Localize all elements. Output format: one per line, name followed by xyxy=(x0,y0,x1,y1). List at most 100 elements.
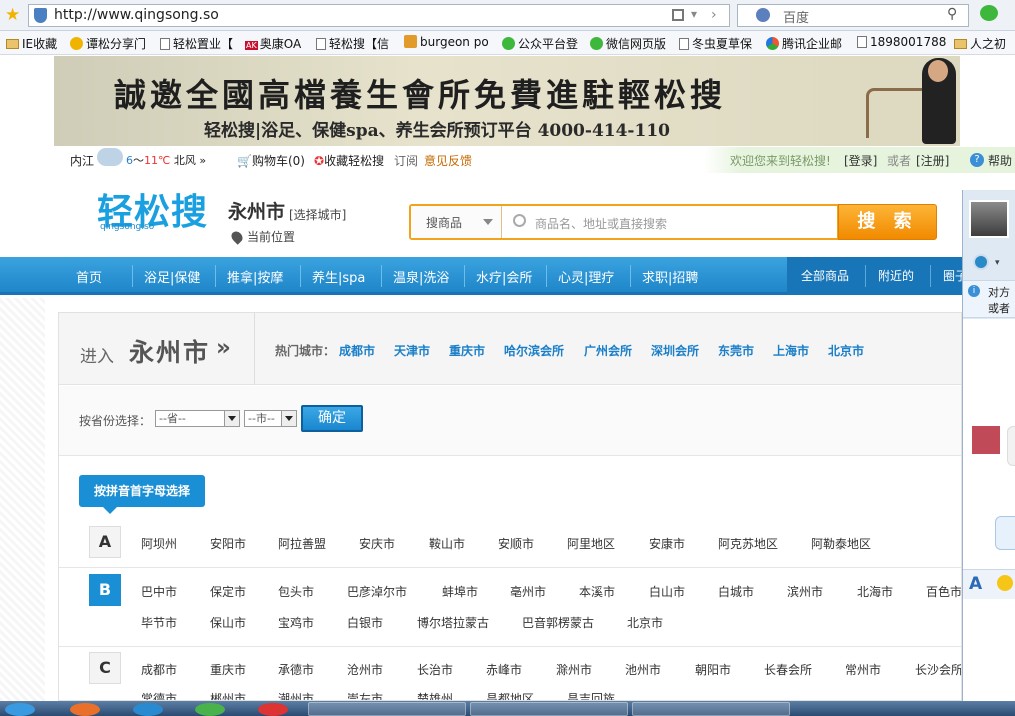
go-arrow-icon[interactable]: › xyxy=(711,7,717,23)
city-link[interactable]: 昌吉回族 xyxy=(567,690,615,700)
firefox-icon[interactable] xyxy=(70,703,100,716)
pinyin-tab[interactable]: 按拼音首字母选择 xyxy=(79,475,205,507)
chat-input[interactable] xyxy=(963,599,1015,701)
city-link[interactable]: 保山市 xyxy=(210,614,246,631)
bookmark-item[interactable]: 腾讯企业邮 xyxy=(766,35,842,52)
city-link[interactable]: 滁州市 xyxy=(556,661,592,678)
city-link[interactable]: 常德市 xyxy=(141,690,177,700)
city-link[interactable]: 长治市 xyxy=(417,661,453,678)
sender-avatar[interactable] xyxy=(971,425,1001,455)
city-link[interactable]: 阿拉善盟 xyxy=(278,535,326,552)
city-link[interactable]: 百色市 xyxy=(926,583,961,600)
city-link[interactable]: 潮州市 xyxy=(278,690,314,700)
bookmark-item[interactable]: 人之初 xyxy=(954,35,1006,52)
city-link[interactable]: 北海市 xyxy=(857,583,893,600)
city-select[interactable]: --市-- xyxy=(244,410,297,427)
bookmark-item[interactable]: 1898001788 xyxy=(857,35,946,49)
city-link[interactable]: 北京市 xyxy=(627,614,663,631)
hot-city-link[interactable]: 广州会所 xyxy=(584,342,632,359)
search-button[interactable]: 搜 索 xyxy=(838,204,937,240)
city-link[interactable]: 阿勒泰地区 xyxy=(811,535,871,552)
city-link[interactable]: 池州市 xyxy=(625,661,661,678)
search-category-select[interactable]: 搜商品 xyxy=(411,206,502,238)
favorites-star-icon[interactable]: ★ xyxy=(5,5,20,25)
city-link[interactable]: 安康市 xyxy=(649,535,685,552)
browser-search-field[interactable]: 百度 ⚲ xyxy=(737,4,969,27)
taskbar-window[interactable] xyxy=(470,702,628,716)
bookmark-item[interactable]: AK 奥康OA xyxy=(245,35,301,52)
nav-item-spring[interactable]: 温泉|洗浴 xyxy=(393,267,449,286)
hot-city-link[interactable]: 北京市 xyxy=(828,342,864,359)
hot-city-link[interactable]: 成都市 xyxy=(339,342,375,359)
bookmark-item[interactable]: 轻松置业【 xyxy=(160,35,233,52)
bookmark-item[interactable]: 微信网页版 xyxy=(590,35,666,52)
camera-icon[interactable] xyxy=(973,254,989,270)
browser-icon[interactable] xyxy=(133,703,163,716)
bookmark-item[interactable]: 冬虫夏草保 xyxy=(679,35,752,52)
city-link[interactable]: 蚌埠市 xyxy=(442,583,478,600)
city-link[interactable]: 滨州市 xyxy=(787,583,823,600)
nav-item-all-products[interactable]: 全部商品 xyxy=(801,267,849,284)
city-link[interactable]: 成都市 xyxy=(141,661,177,678)
help-link[interactable]: 帮助 xyxy=(988,152,1012,169)
taskbar-window[interactable] xyxy=(308,702,466,716)
nav-item-spa[interactable]: 养生|spa xyxy=(312,267,365,286)
url-dropdown-icon[interactable]: ▾ xyxy=(691,7,697,21)
nav-item-jobs[interactable]: 求职|招聘 xyxy=(642,267,698,286)
app-icon[interactable] xyxy=(195,703,225,716)
city-link[interactable]: 毕节市 xyxy=(141,614,177,631)
city-link[interactable]: 沧州市 xyxy=(347,661,383,678)
promo-banner[interactable]: 誠邀全國高檔養生會所免費進駐輕松搜 轻松搜|浴足、保健spa、养生会所预订平台 … xyxy=(54,56,960,146)
bookmark-item[interactable]: IE收藏 xyxy=(6,35,57,52)
current-position-link[interactable]: 当前位置 xyxy=(247,228,295,245)
enter-city-link[interactable]: 永州市 xyxy=(129,333,210,369)
city-link[interactable]: 鞍山市 xyxy=(429,535,465,552)
emoji-icon[interactable] xyxy=(997,575,1013,591)
help-icon[interactable]: ? xyxy=(970,153,984,167)
nav-item-foot[interactable]: 浴足|保健 xyxy=(144,267,200,286)
feedback-link[interactable]: 意见反馈 xyxy=(424,152,472,169)
city-link[interactable]: 阿克苏地区 xyxy=(718,535,778,552)
login-link[interactable]: [登录] xyxy=(844,152,877,169)
city-link[interactable]: 郴州市 xyxy=(210,690,246,700)
wechat-icon[interactable] xyxy=(980,5,998,21)
city-link[interactable]: 长春会所 xyxy=(764,661,812,678)
city-link[interactable]: 常州市 xyxy=(845,661,881,678)
nav-item-therapy[interactable]: 心灵|理疗 xyxy=(558,267,614,286)
city-link[interactable]: 长沙会所 xyxy=(915,661,961,678)
taskbar-window[interactable] xyxy=(632,702,790,716)
select-city-link[interactable]: [选择城市] xyxy=(289,206,346,223)
bookmark-item[interactable]: 公众平台登 xyxy=(502,35,578,52)
hot-city-link[interactable]: 天津市 xyxy=(394,342,430,359)
city-link[interactable]: 安顺市 xyxy=(498,535,534,552)
url-field[interactable]: http://www.qingsong.so ▾ › xyxy=(28,4,730,27)
contact-avatar[interactable] xyxy=(969,200,1009,238)
hot-city-link[interactable]: 重庆市 xyxy=(449,342,485,359)
city-link[interactable]: 昌都地区 xyxy=(486,690,534,700)
city-link[interactable]: 宝鸡市 xyxy=(278,614,314,631)
font-icon[interactable]: A xyxy=(969,574,982,594)
city-link[interactable]: 白城市 xyxy=(718,583,754,600)
city-link[interactable]: 包头市 xyxy=(278,583,314,600)
city-link[interactable]: 朝阳市 xyxy=(695,661,731,678)
nav-item-club[interactable]: 水疗|会所 xyxy=(476,267,532,286)
city-link[interactable]: 博尔塔拉蒙古 xyxy=(417,614,489,631)
nav-item-massage[interactable]: 推拿|按摩 xyxy=(227,267,283,286)
city-link[interactable]: 安庆市 xyxy=(359,535,395,552)
bookmark-item[interactable]: 谭松分享门 xyxy=(70,35,146,52)
city-link[interactable]: 承德市 xyxy=(278,661,314,678)
enter-arrow-icon[interactable]: » xyxy=(216,335,231,361)
site-search-input[interactable]: 商品名、地址或直接搜索 xyxy=(535,215,667,232)
register-link[interactable]: [注册] xyxy=(916,152,949,169)
city-link[interactable]: 白山市 xyxy=(649,583,685,600)
cart-link[interactable]: 🛒购物车(0) xyxy=(237,152,305,169)
city-link[interactable]: 楚雄州 xyxy=(417,690,453,700)
city-link[interactable]: 赤峰市 xyxy=(486,661,522,678)
chevron-down-icon[interactable]: ▾ xyxy=(995,258,1000,268)
bookmark-item[interactable]: 轻松搜【信 xyxy=(316,35,389,52)
city-link[interactable]: 亳州市 xyxy=(510,583,546,600)
city-link[interactable]: 安阳市 xyxy=(210,535,246,552)
city-link[interactable]: 白银市 xyxy=(347,614,383,631)
hot-city-link[interactable]: 上海市 xyxy=(773,342,809,359)
city-link[interactable]: 保定市 xyxy=(210,583,246,600)
